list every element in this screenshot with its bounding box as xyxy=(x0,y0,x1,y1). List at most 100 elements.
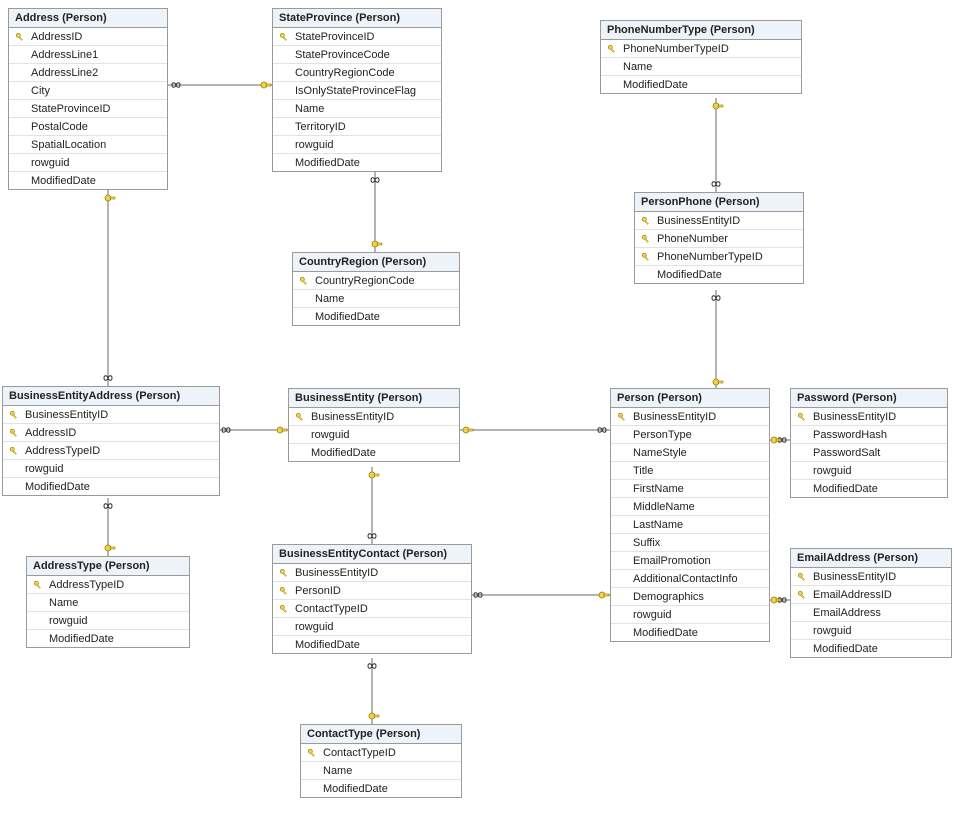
column-row[interactable]: BusinessEntityID xyxy=(273,564,471,582)
column-row[interactable]: StateProvinceID xyxy=(9,100,167,118)
entity-personphone[interactable]: PersonPhone (Person) BusinessEntityIDPho… xyxy=(634,192,804,284)
column-row[interactable]: StateProvinceCode xyxy=(273,46,441,64)
column-row[interactable]: ContactTypeID xyxy=(273,600,471,618)
column-row[interactable]: SpatialLocation xyxy=(9,136,167,154)
column-row[interactable]: rowguid xyxy=(3,460,219,478)
entity-password[interactable]: Password (Person) BusinessEntityIDPasswo… xyxy=(790,388,948,498)
column-name: rowguid xyxy=(307,429,350,441)
column-row[interactable]: EmailAddressID xyxy=(791,586,951,604)
column-row[interactable]: Name xyxy=(27,594,189,612)
primary-key-icon xyxy=(279,604,289,614)
column-row[interactable]: BusinessEntityID xyxy=(289,408,459,426)
column-row[interactable]: ModifiedDate xyxy=(27,630,189,647)
column-row[interactable]: Demographics xyxy=(611,588,769,606)
column-row[interactable]: AddressID xyxy=(9,28,167,46)
column-row[interactable]: rowguid xyxy=(289,426,459,444)
column-row[interactable]: rowguid xyxy=(273,136,441,154)
column-row[interactable]: rowguid xyxy=(611,606,769,624)
column-name: AddressTypeID xyxy=(45,579,124,591)
column-row[interactable]: StateProvinceID xyxy=(273,28,441,46)
column-row[interactable]: BusinessEntityID xyxy=(791,408,947,426)
column-row[interactable]: ModifiedDate xyxy=(791,480,947,497)
column-row[interactable]: CountryRegionCode xyxy=(293,272,459,290)
column-row[interactable]: NameStyle xyxy=(611,444,769,462)
column-row[interactable]: rowguid xyxy=(791,462,947,480)
column-name: BusinessEntityID xyxy=(629,411,716,423)
column-row[interactable]: FirstName xyxy=(611,480,769,498)
column-row[interactable]: EmailPromotion xyxy=(611,552,769,570)
column-row[interactable]: rowguid xyxy=(9,154,167,172)
column-name: PhoneNumberTypeID xyxy=(619,43,729,55)
column-row[interactable]: PhoneNumberTypeID xyxy=(601,40,801,58)
column-row[interactable]: ModifiedDate xyxy=(3,478,219,495)
column-name: ModifiedDate xyxy=(291,157,360,169)
primary-key-icon xyxy=(307,748,317,758)
entity-addresstype[interactable]: AddressType (Person) AddressTypeIDNamero… xyxy=(26,556,190,648)
column-name: PhoneNumber xyxy=(653,233,728,245)
column-row[interactable]: ModifiedDate xyxy=(273,154,441,171)
entity-businessentityaddress[interactable]: BusinessEntityAddress (Person) BusinessE… xyxy=(2,386,220,496)
column-row[interactable]: ModifiedDate xyxy=(601,76,801,93)
column-row[interactable]: rowguid xyxy=(791,622,951,640)
column-name: AdditionalContactInfo xyxy=(629,573,738,585)
column-row[interactable]: PasswordHash xyxy=(791,426,947,444)
column-row[interactable]: AddressLine1 xyxy=(9,46,167,64)
column-row[interactable]: ModifiedDate xyxy=(9,172,167,189)
column-row[interactable]: ContactTypeID xyxy=(301,744,461,762)
column-row[interactable]: rowguid xyxy=(273,618,471,636)
entity-person[interactable]: Person (Person) BusinessEntityIDPersonTy… xyxy=(610,388,770,642)
entity-title: ContactType (Person) xyxy=(301,725,461,744)
column-row[interactable]: ModifiedDate xyxy=(293,308,459,325)
column-row[interactable]: Name xyxy=(273,100,441,118)
entity-countryregion[interactable]: CountryRegion (Person) CountryRegionCode… xyxy=(292,252,460,326)
column-row[interactable]: IsOnlyStateProvinceFlag xyxy=(273,82,441,100)
column-row[interactable]: AddressID xyxy=(3,424,219,442)
column-row[interactable]: Name xyxy=(293,290,459,308)
column-row[interactable]: rowguid xyxy=(27,612,189,630)
column-row[interactable]: AddressTypeID xyxy=(3,442,219,460)
column-row[interactable]: LastName xyxy=(611,516,769,534)
column-row[interactable]: BusinessEntityID xyxy=(3,406,219,424)
column-row[interactable]: ModifiedDate xyxy=(791,640,951,657)
primary-key-icon xyxy=(9,410,19,420)
column-row[interactable]: BusinessEntityID xyxy=(635,212,803,230)
column-row[interactable]: TerritoryID xyxy=(273,118,441,136)
entity-phonenumbertype[interactable]: PhoneNumberType (Person) PhoneNumberType… xyxy=(600,20,802,94)
column-row[interactable]: CountryRegionCode xyxy=(273,64,441,82)
column-row[interactable]: ModifiedDate xyxy=(301,780,461,797)
column-name: ModifiedDate xyxy=(809,483,878,495)
column-row[interactable]: ModifiedDate xyxy=(635,266,803,283)
primary-key-icon xyxy=(9,446,19,456)
entity-contacttype[interactable]: ContactType (Person) ContactTypeID NameMo… xyxy=(300,724,462,798)
column-row[interactable]: PostalCode xyxy=(9,118,167,136)
column-row[interactable]: PersonID xyxy=(273,582,471,600)
column-name: ModifiedDate xyxy=(307,447,376,459)
column-row[interactable]: Suffix xyxy=(611,534,769,552)
column-row[interactable]: ModifiedDate xyxy=(611,624,769,641)
entity-stateprovince[interactable]: StateProvince (Person) StateProvinceIDSt… xyxy=(272,8,442,172)
entity-businessentity[interactable]: BusinessEntity (Person) BusinessEntityID… xyxy=(288,388,460,462)
column-row[interactable]: Name xyxy=(601,58,801,76)
column-row[interactable]: EmailAddress xyxy=(791,604,951,622)
column-row[interactable]: MiddleName xyxy=(611,498,769,516)
column-row[interactable]: PersonType xyxy=(611,426,769,444)
entity-emailaddress[interactable]: EmailAddress (Person) BusinessEntityIDEm… xyxy=(790,548,952,658)
column-row[interactable]: AddressLine2 xyxy=(9,64,167,82)
entity-title: CountryRegion (Person) xyxy=(293,253,459,272)
column-row[interactable]: PhoneNumberTypeID xyxy=(635,248,803,266)
entity-address[interactable]: Address (Person) AddressIDAddressLine1Ad… xyxy=(8,8,168,190)
column-row[interactable]: BusinessEntityID xyxy=(791,568,951,586)
column-row[interactable]: BusinessEntityID xyxy=(611,408,769,426)
column-row[interactable]: ModifiedDate xyxy=(289,444,459,461)
column-row[interactable]: PhoneNumber xyxy=(635,230,803,248)
column-row[interactable]: PasswordSalt xyxy=(791,444,947,462)
column-name: Suffix xyxy=(629,537,660,549)
column-row[interactable]: AdditionalContactInfo xyxy=(611,570,769,588)
column-row[interactable]: ModifiedDate xyxy=(273,636,471,653)
column-name: ContactTypeID xyxy=(319,747,396,759)
column-row[interactable]: Name xyxy=(301,762,461,780)
column-row[interactable]: Title xyxy=(611,462,769,480)
column-row[interactable]: AddressTypeID xyxy=(27,576,189,594)
entity-businessentitycontact[interactable]: BusinessEntityContact (Person) BusinessE… xyxy=(272,544,472,654)
column-row[interactable]: City xyxy=(9,82,167,100)
